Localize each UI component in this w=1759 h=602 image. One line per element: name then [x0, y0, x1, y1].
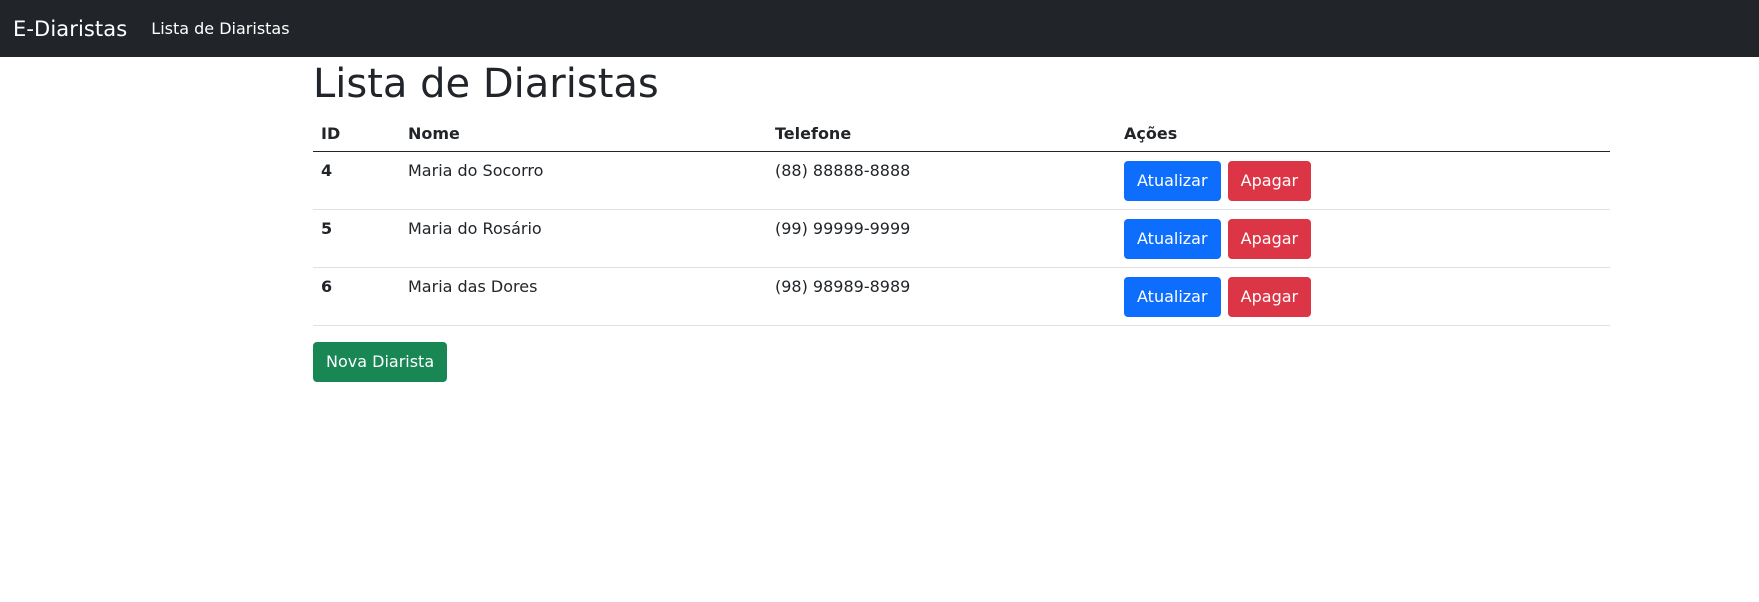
cell-telefone: (99) 99999-9999: [767, 209, 1116, 268]
page-title: Lista de Diaristas: [313, 61, 659, 107]
cell-telefone: (88) 88888-8888: [767, 151, 1116, 210]
cell-telefone: (98) 98989-8989: [767, 267, 1116, 326]
atualizar-button[interactable]: Atualizar: [1124, 219, 1221, 259]
cell-id: 5: [313, 209, 400, 268]
apagar-button[interactable]: Apagar: [1227, 219, 1312, 259]
atualizar-button[interactable]: Atualizar: [1124, 161, 1221, 201]
cell-acoes: Atualizar Apagar: [1116, 209, 1610, 268]
diaristas-table: ID Nome Telefone Ações 4 Maria do Socorr…: [313, 115, 1610, 326]
atualizar-button[interactable]: Atualizar: [1124, 277, 1221, 317]
header-id: ID: [313, 115, 400, 152]
cell-id: 6: [313, 267, 400, 326]
table-row: 5 Maria do Rosário (99) 99999-9999 Atual…: [313, 209, 1610, 268]
brand-link[interactable]: E-Diaristas: [13, 17, 127, 41]
cell-nome: Maria do Socorro: [400, 151, 767, 210]
new-button-wrap: Nova Diarista: [313, 342, 1610, 382]
apagar-button[interactable]: Apagar: [1227, 277, 1312, 317]
header-telefone: Telefone: [767, 115, 1116, 152]
table-header: ID Nome Telefone Ações: [313, 115, 1610, 152]
cell-nome: Maria do Rosário: [400, 209, 767, 268]
nova-diarista-button[interactable]: Nova Diarista: [313, 342, 448, 382]
header-acoes: Ações: [1116, 115, 1610, 152]
cell-id: 4: [313, 151, 400, 210]
cell-acoes: Atualizar Apagar: [1116, 151, 1610, 210]
navbar: E-Diaristas Lista de Diaristas: [0, 0, 1759, 57]
apagar-button[interactable]: Apagar: [1227, 161, 1312, 201]
header-nome: Nome: [400, 115, 767, 152]
cell-acoes: Atualizar Apagar: [1116, 267, 1610, 326]
table-row: 6 Maria das Dores (98) 98989-8989 Atuali…: [313, 267, 1610, 326]
nav-link-lista-diaristas[interactable]: Lista de Diaristas: [151, 19, 289, 38]
cell-nome: Maria das Dores: [400, 267, 767, 326]
main-content: Lista de Diaristas ID Nome Telefone Açõe…: [313, 57, 1610, 382]
table-row: 4 Maria do Socorro (88) 88888-8888 Atual…: [313, 151, 1610, 210]
table-body: 4 Maria do Socorro (88) 88888-8888 Atual…: [313, 151, 1610, 326]
